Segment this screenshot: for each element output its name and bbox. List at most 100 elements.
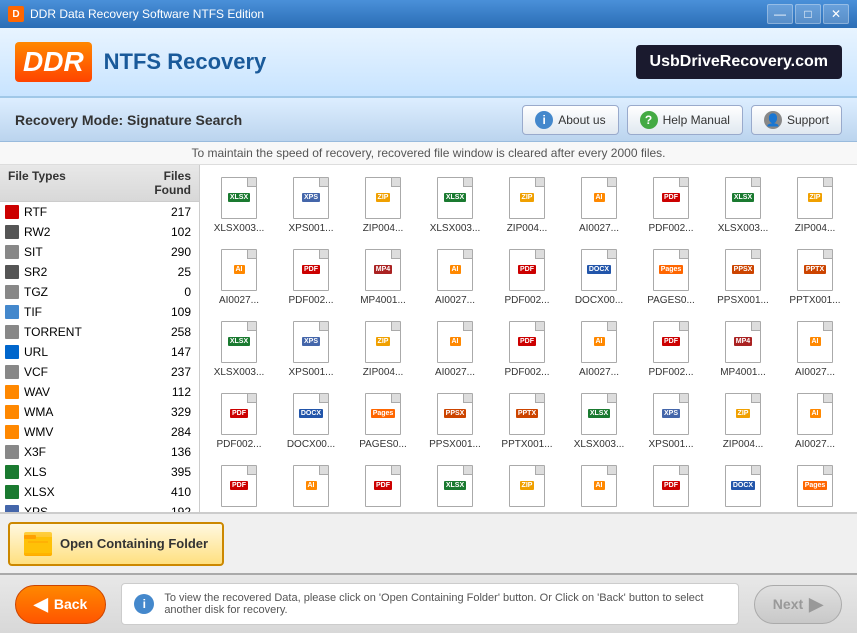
file-item[interactable]: XLSXXLSX003... [204, 313, 274, 383]
list-item[interactable]: WAV112 [0, 382, 199, 402]
back-button[interactable]: ◀ Back [15, 585, 106, 624]
file-item[interactable]: PDFPDF002... [636, 457, 706, 512]
file-item[interactable]: AIAI0027... [564, 169, 634, 239]
file-item[interactable]: DOCXDOCX00... [564, 241, 634, 311]
file-item[interactable]: XLSXXLSX003... [420, 457, 490, 512]
file-item[interactable]: AIAI0027... [780, 313, 850, 383]
file-item[interactable]: PDFPDF002... [204, 385, 274, 455]
file-count: 25 [140, 265, 195, 279]
file-item[interactable]: XPSXPS001... [636, 385, 706, 455]
list-item[interactable]: TIF109 [0, 302, 199, 322]
file-item[interactable]: ZIPZIP004... [492, 457, 562, 512]
header: DDR NTFS Recovery UsbDriveRecovery.com [0, 28, 857, 98]
list-item[interactable]: RW2102 [0, 222, 199, 242]
list-item[interactable]: URL147 [0, 342, 199, 362]
file-item[interactable]: AIAI0027... [276, 457, 346, 512]
list-item[interactable]: SIT290 [0, 242, 199, 262]
file-item[interactable]: PDF PDF002... [492, 313, 562, 383]
file-icon-large: XPS [651, 391, 691, 437]
list-item[interactable]: RTF217 [0, 202, 199, 222]
file-item[interactable]: AIAI0027... [420, 313, 490, 383]
file-item[interactable]: AIAI0027... [564, 313, 634, 383]
file-list-scroll[interactable]: RTF217RW2102SIT290SR225TGZ0TIF109TORRENT… [0, 202, 199, 512]
file-item-label: PAGES0... [791, 511, 839, 513]
file-item[interactable]: PagesPAGES0... [348, 385, 418, 455]
file-item[interactable]: Pages PAGES0... [780, 457, 850, 512]
file-item-label: AI0027... [219, 295, 259, 306]
list-item[interactable]: TORRENT258 [0, 322, 199, 342]
file-icon-large: PDF [507, 319, 547, 365]
list-item[interactable]: WMV284 [0, 422, 199, 442]
maximize-button[interactable]: □ [795, 4, 821, 24]
list-item[interactable]: XLS395 [0, 462, 199, 482]
file-item[interactable]: PDFPDF002... [204, 457, 274, 512]
file-badge: Pages [371, 409, 396, 418]
file-item[interactable]: XLSXXLSX003... [204, 169, 274, 239]
file-item[interactable]: AIAI0027... [564, 457, 634, 512]
footer-info-text: To view the recovered Data, please click… [164, 592, 725, 616]
file-count: 147 [140, 345, 195, 359]
close-button[interactable]: ✕ [823, 4, 849, 24]
file-item[interactable]: PDFPDF002... [276, 241, 346, 311]
list-item[interactable]: VCF237 [0, 362, 199, 382]
file-type-name: URL [24, 345, 140, 359]
file-item[interactable]: PDFPDF002... [636, 169, 706, 239]
file-icon-large: ZIP [507, 175, 547, 221]
file-item[interactable]: ZIPZIP004... [492, 169, 562, 239]
list-item[interactable]: X3F136 [0, 442, 199, 462]
file-badge: Pages [803, 481, 828, 490]
about-us-button[interactable]: i About us [522, 105, 618, 135]
file-badge: PDF [662, 481, 680, 490]
file-icon-large: AI [579, 319, 619, 365]
help-manual-button[interactable]: ? Help Manual [627, 105, 743, 135]
window-controls[interactable]: — □ ✕ [767, 4, 849, 24]
list-item[interactable]: TGZ0 [0, 282, 199, 302]
file-item-label: ZIP004... [723, 439, 764, 450]
file-icon-page: ZIP [509, 177, 545, 219]
file-item[interactable]: DOCXDOCX00... [276, 385, 346, 455]
file-item[interactable]: XLSXXLSX003... [564, 385, 634, 455]
file-item[interactable]: ZIPZIP004... [348, 313, 418, 383]
file-icon-page: Pages [797, 465, 833, 507]
file-type-icon [4, 484, 20, 500]
file-icon-large: AI [579, 463, 619, 509]
file-item[interactable]: MP4MP4001... [708, 313, 778, 383]
file-type-icon [4, 444, 20, 460]
file-item[interactable]: PDFPDF002... [636, 313, 706, 383]
file-item[interactable]: XPSXPS001... [276, 169, 346, 239]
file-item[interactable]: PDFPDF002... [348, 457, 418, 512]
file-icon-page: ZIP [365, 177, 401, 219]
open-folder-button[interactable]: Open Containing Folder [8, 522, 224, 566]
file-item[interactable]: PPSXPPSX001... [708, 241, 778, 311]
next-button[interactable]: Next ▶ [754, 585, 842, 624]
minimize-button[interactable]: — [767, 4, 793, 24]
file-item-label: DOCX00... [719, 511, 767, 513]
file-item[interactable]: PPSXPPSX001... [420, 385, 490, 455]
file-item[interactable]: PPTXPPTX001... [780, 241, 850, 311]
files-grid-panel[interactable]: XLSXXLSX003...XPSXPS001...ZIPZIP004...XL… [200, 165, 857, 512]
support-button[interactable]: 👤 Support [751, 105, 842, 135]
file-item[interactable]: AIAI0027... [780, 385, 850, 455]
file-item[interactable]: ZIPZIP004... [780, 169, 850, 239]
file-icon-page: ZIP [509, 465, 545, 507]
file-item[interactable]: PDFPDF002... [492, 241, 562, 311]
file-type-name: WAV [24, 385, 140, 399]
file-item[interactable]: XLSXXLSX003... [420, 169, 490, 239]
file-item[interactable]: PagesPAGES0... [636, 241, 706, 311]
file-item-label: PDF002... [504, 367, 549, 378]
file-item[interactable]: AIAI0027... [204, 241, 274, 311]
file-item[interactable]: ZIPZIP004... [348, 169, 418, 239]
file-icon-large: AI [291, 463, 331, 509]
file-item[interactable]: DOCXDOCX00... [708, 457, 778, 512]
file-icon-page: PDF [653, 321, 689, 363]
file-item[interactable]: PPTXPPTX001... [492, 385, 562, 455]
file-item[interactable]: AIAI0027... [420, 241, 490, 311]
file-item[interactable]: ZIPZIP004... [708, 385, 778, 455]
list-item[interactable]: WMA329 [0, 402, 199, 422]
list-item[interactable]: SR225 [0, 262, 199, 282]
file-item[interactable]: XPSXPS001... [276, 313, 346, 383]
list-item[interactable]: XPS192 [0, 502, 199, 512]
file-item[interactable]: XLSXXLSX003... [708, 169, 778, 239]
list-item[interactable]: XLSX410 [0, 482, 199, 502]
file-item[interactable]: MP4MP4001... [348, 241, 418, 311]
